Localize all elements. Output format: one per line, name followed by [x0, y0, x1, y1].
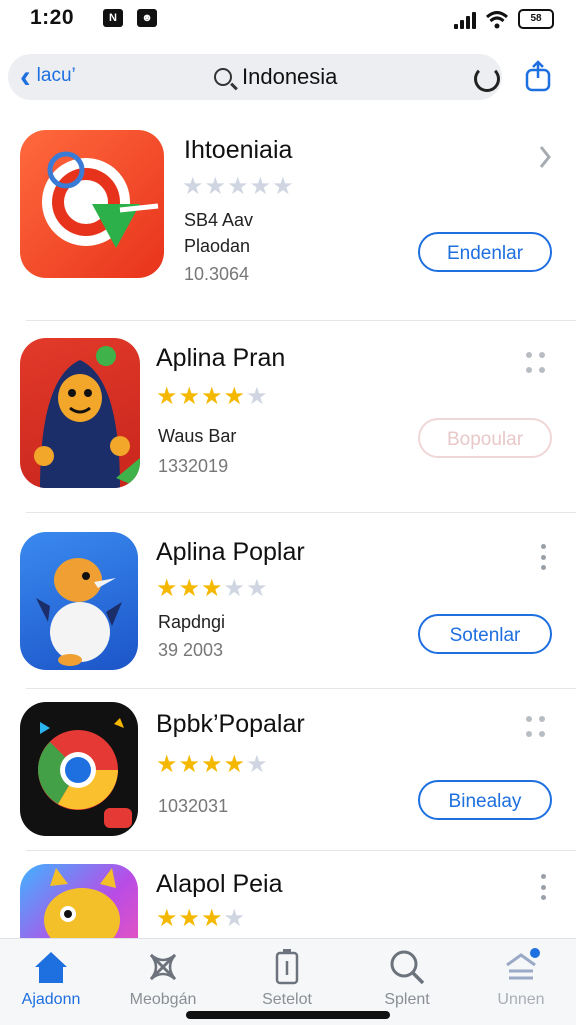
- rating-count: 10.3064: [184, 264, 250, 284]
- more-options-icon[interactable]: [526, 716, 548, 742]
- tab-bar: Ajadonn Meobgán Setelot Splent Unnen: [0, 938, 576, 1025]
- tab-apps[interactable]: Setelot: [232, 947, 342, 1009]
- app-developer: SB4 Aav: [184, 210, 254, 230]
- status-bar: 1:20 N ☻ 58: [0, 0, 576, 40]
- chevron-left-icon: ‹: [20, 58, 31, 94]
- tab-search[interactable]: Splent: [352, 947, 462, 1009]
- tab-label: Unnen: [497, 991, 545, 1008]
- app-notification-icon: ☻: [137, 9, 157, 27]
- search-header: ‹ lacu’ Indonesia: [0, 52, 576, 104]
- status-time: 1:20: [30, 6, 75, 29]
- reload-icon[interactable]: [474, 66, 500, 92]
- divider: [26, 320, 576, 321]
- app-title: Aplina Pran: [156, 344, 286, 372]
- more-options-icon[interactable]: [538, 544, 548, 570]
- rating-count: 39 2003: [158, 640, 224, 660]
- app-icon-character[interactable]: [20, 338, 140, 488]
- home-indicator: [186, 1011, 390, 1019]
- tab-today[interactable]: Ajadonn: [0, 947, 106, 1009]
- get-button[interactable]: Endenlar: [418, 232, 552, 272]
- divider: [26, 512, 576, 513]
- rating-stars: ★★★★: [156, 905, 247, 932]
- app-developer: Waus Bar: [158, 426, 237, 446]
- rating-stars: ★★★★★: [156, 383, 269, 410]
- share-icon[interactable]: [524, 60, 552, 92]
- app-icon-browser[interactable]: [20, 702, 138, 836]
- tab-games[interactable]: Meobgán: [108, 947, 218, 1009]
- apps-icon: [267, 947, 307, 987]
- tab-label: Setelot: [262, 991, 312, 1008]
- get-button[interactable]: Bopoular: [418, 418, 552, 458]
- wifi-icon: [485, 11, 509, 29]
- signal-icon: [454, 11, 476, 29]
- app-title: Bpbk’Popalar: [156, 710, 305, 738]
- rating-count: 1032031: [158, 796, 229, 816]
- app-title: Ihtoeniaia: [184, 136, 293, 164]
- search-field[interactable]: ‹ lacu’ Indonesia: [8, 54, 502, 100]
- rating-stars: ★★★★★: [156, 751, 269, 778]
- tab-label: Meobgán: [129, 991, 197, 1008]
- rating-count: 1332019: [158, 456, 229, 476]
- list-item[interactable]: Alapol Peia ★★★★: [0, 864, 576, 938]
- app-icon-mascot[interactable]: [20, 532, 138, 670]
- app-category: Plaodan: [184, 236, 251, 256]
- app-icon-search[interactable]: [20, 130, 164, 278]
- chevron-right-icon[interactable]: [538, 144, 552, 170]
- home-icon: [31, 947, 71, 987]
- divider: [26, 688, 576, 689]
- tab-label: Ajadonn: [21, 991, 81, 1008]
- list-item[interactable]: Aplina Pran ★★★★★ Waus Bar 1332019 Bopou…: [0, 338, 576, 508]
- list-item[interactable]: Bpbk’Popalar ★★★★★ 1032031 Binealay: [0, 702, 576, 842]
- tab-updates[interactable]: Unnen: [466, 947, 576, 1009]
- list-item[interactable]: Aplina Poplar ★★★★★ Rapdngi 39 2003 Sote…: [0, 532, 576, 682]
- tab-label: Splent: [384, 991, 430, 1008]
- get-button[interactable]: Binealay: [418, 780, 552, 820]
- get-button[interactable]: Sotenlar: [418, 614, 552, 654]
- search-query: Indonesia: [242, 64, 338, 89]
- back-label: lacu’: [36, 65, 76, 86]
- search-icon: [387, 947, 427, 987]
- updates-icon: [501, 947, 541, 987]
- app-icon-pet[interactable]: [20, 864, 138, 938]
- more-options-icon[interactable]: [538, 874, 548, 900]
- rating-stars: ★★★★★: [156, 575, 269, 602]
- back-button[interactable]: ‹ lacu’: [20, 58, 76, 94]
- list-item[interactable]: Ihtoeniaia ★★★★★ SB4 Aav Plaodan 10.3064…: [0, 130, 576, 320]
- battery-icon: 58: [518, 9, 554, 29]
- search-icon: [214, 68, 232, 86]
- notification-icon: N: [103, 9, 123, 27]
- app-title: Aplina Poplar: [156, 538, 305, 566]
- more-options-icon[interactable]: [526, 352, 548, 378]
- rating-stars: ★★★★★: [182, 173, 295, 200]
- app-title: Alapol Peia: [156, 870, 283, 898]
- divider: [26, 850, 576, 851]
- app-developer: Rapdngi: [158, 612, 226, 632]
- games-icon: [143, 947, 183, 987]
